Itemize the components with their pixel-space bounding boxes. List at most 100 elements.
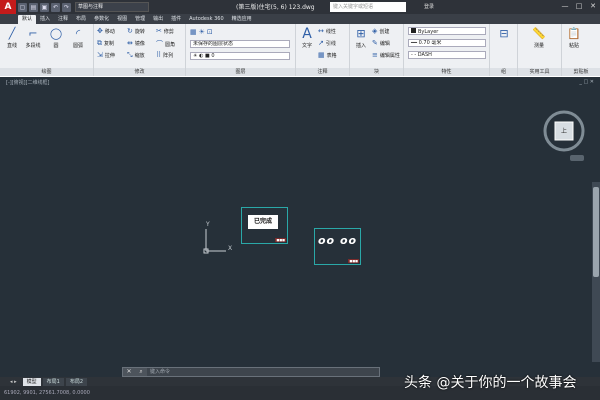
color-dropdown[interactable]: ByLayer (408, 27, 486, 35)
create-block-button[interactable]: ◈ 创建 (372, 27, 389, 35)
viewport-window-controls[interactable]: _ □ ✕ (579, 79, 594, 85)
ribbon-tabs: 默认 插入 注释 布局 参数化 视图 管理 输出 插件 Autodesk 360… (0, 14, 600, 24)
block-1-text: 已完成 (248, 215, 278, 229)
table-button[interactable]: ▦ 表格 (318, 51, 337, 59)
panel-draw: ╱ 直线 ⌐ 多段线 ◯ 圆 ◜ 圆弧 绘图 (0, 24, 94, 76)
panel-title-draw: 绘图 (0, 68, 93, 76)
mirror-button[interactable]: ⇹ 镜像 (127, 39, 145, 47)
insert-icon: ⊞ (356, 27, 366, 40)
panel-clipboard: 📋 粘贴 剪贴板 (562, 24, 600, 76)
circle-button[interactable]: ◯ 圆 (47, 27, 65, 49)
viewport-controls-label[interactable]: [-][俯视][二维线框] (6, 79, 50, 86)
insert-button[interactable]: ⊞ 插入 (352, 27, 370, 49)
text-button[interactable]: A 文字 (298, 27, 316, 49)
tab-insert[interactable]: 插入 (36, 15, 54, 24)
tab-parametric[interactable]: 参数化 (90, 15, 113, 24)
save-icon[interactable]: ▣ (40, 2, 49, 12)
attributes-icon: ≡ (372, 51, 378, 59)
ucs-x-label: X (228, 245, 233, 252)
new-icon[interactable]: ▢ (18, 2, 27, 12)
open-icon[interactable]: ▤ (29, 2, 38, 12)
edit-block-icon: ✎ (372, 39, 378, 47)
leader-button[interactable]: ↗ 引线 (318, 39, 336, 47)
tab-view[interactable]: 视图 (113, 15, 131, 24)
redo-icon[interactable]: ↷ (62, 2, 71, 12)
drawing-viewport[interactable]: [-][俯视][二维线框] _ □ ✕ 上 Y X 已完成 ■■■ oo oo … (0, 77, 600, 377)
tab-layout2[interactable]: 布局2 (65, 377, 87, 386)
layer-tools[interactable]: ▦ ☀ ⊡ (190, 28, 215, 36)
create-block-icon: ◈ (372, 27, 378, 35)
scrollbar-thumb[interactable] (593, 187, 599, 277)
window-controls: — □ ✕ (558, 0, 600, 12)
tab-autodesk360[interactable]: Autodesk 360 (185, 15, 228, 24)
panel-annotation: A 文字 ↔ 线性 ↗ 引线 ▦ 表格 注释 (296, 24, 350, 76)
array-button[interactable]: ⠿ 阵列 (156, 51, 173, 59)
title-bar: A ▢ ▤ ▣ ↶ ↷ 草图与注释 (第三版)住宅(5, 6) 123.dwg … (0, 0, 600, 14)
polyline-icon: ⌐ (28, 27, 38, 40)
close-button[interactable]: ✕ (586, 0, 600, 12)
measure-button[interactable]: 📏 测量 (530, 27, 548, 49)
search-input[interactable]: 键入关键字或短语 (330, 2, 406, 12)
tab-nav-icon[interactable]: ◂ ▸ (6, 378, 21, 386)
app-logo-icon[interactable]: A (0, 0, 16, 14)
block-2-tag: ■■■ (348, 259, 359, 263)
paste-button[interactable]: 📋 粘贴 (565, 27, 583, 49)
linetype-dropdown[interactable]: - - DASH (408, 51, 486, 59)
drawing-block-2[interactable]: oo oo ■■■ (314, 228, 361, 265)
rotate-button[interactable]: ↻ 旋转 (127, 27, 145, 35)
tab-default[interactable]: 默认 (18, 15, 37, 24)
move-icon: ✥ (97, 27, 103, 35)
layer-state-dropdown[interactable]: 未保存的图层状态 (190, 40, 290, 48)
edit-block-button[interactable]: ✎ 编辑 (372, 39, 390, 47)
line-icon: ╱ (8, 27, 16, 40)
panel-modify: ✥ 移动 ⧉ 复制 ⇲ 拉伸 ↻ 旋转 ⇹ 镜像 ⤡ 缩放 ✂ 修剪 ⌒ 圆角 ⠿ 阵列 修改 (94, 24, 186, 76)
viewcube-label: 上 (561, 128, 568, 135)
arc-button[interactable]: ◜ 圆弧 (69, 27, 87, 49)
ucs-menu-button[interactable] (570, 155, 584, 161)
copy-button[interactable]: ⧉ 复制 (97, 39, 114, 48)
panel-title-layers: 图层 (186, 68, 295, 76)
workspace-select[interactable]: 草图与注释 (75, 2, 149, 12)
tab-featured-apps[interactable]: 精选应用 (228, 15, 256, 24)
vertical-scrollbar[interactable] (592, 182, 600, 362)
command-input[interactable]: 键入命令 (147, 368, 379, 376)
watermark-text: 头条 @关于你的一个故事会 (404, 375, 577, 391)
rotate-icon: ↻ (127, 27, 133, 35)
command-history-icon[interactable]: ⌕ (135, 368, 147, 376)
command-close-icon[interactable]: ✕ (123, 368, 135, 376)
polyline-button[interactable]: ⌐ 多段线 (24, 27, 42, 49)
scale-icon: ⤡ (127, 51, 133, 59)
line-button[interactable]: ╱ 直线 (3, 27, 21, 49)
maximize-button[interactable]: □ (572, 0, 586, 12)
block-1-tag: ■■■ (275, 238, 286, 242)
color-swatch-icon (411, 28, 416, 33)
mirror-icon: ⇹ (127, 39, 133, 47)
tab-layout[interactable]: 布局 (72, 15, 90, 24)
paste-icon: 📋 (567, 27, 581, 40)
layer-dropdown[interactable]: ☀ ◐ ■ 0 (190, 52, 290, 60)
stretch-button[interactable]: ⇲ 拉伸 (97, 51, 115, 59)
edit-attributes-button[interactable]: ≡ 编辑属性 (372, 51, 400, 59)
tab-manage[interactable]: 管理 (131, 15, 149, 24)
minimize-button[interactable]: — (558, 0, 572, 12)
undo-icon[interactable]: ↶ (51, 2, 60, 12)
dimension-button[interactable]: ↔ 线性 (318, 27, 336, 35)
lineweight-dropdown[interactable]: ━━ 0.70 毫米 (408, 39, 486, 47)
drawing-block-1[interactable]: 已完成 ■■■ (241, 207, 288, 244)
layer-off-icon: ☀ (198, 28, 205, 36)
tab-model[interactable]: 模型 (22, 377, 41, 386)
scale-button[interactable]: ⤡ 缩放 (127, 51, 145, 60)
tab-plugins[interactable]: 插件 (167, 15, 185, 24)
table-icon: ▦ (318, 51, 325, 59)
login-button[interactable]: 登录 (424, 3, 434, 10)
fillet-button[interactable]: ⌒ 圆角 (156, 39, 175, 49)
tab-layout1[interactable]: 布局1 (42, 377, 64, 386)
tab-output[interactable]: 输出 (149, 15, 167, 24)
trim-button[interactable]: ✂ 修剪 (156, 27, 174, 35)
tab-annotate[interactable]: 注释 (54, 15, 72, 24)
move-button[interactable]: ✥ 移动 (97, 27, 115, 35)
document-title: (第三版)住宅(5, 6) 123.dwg (236, 4, 315, 11)
group-button[interactable]: ⊟ (495, 27, 513, 42)
group-icon: ⊟ (499, 27, 509, 40)
block-2-text: oo oo (318, 234, 358, 247)
